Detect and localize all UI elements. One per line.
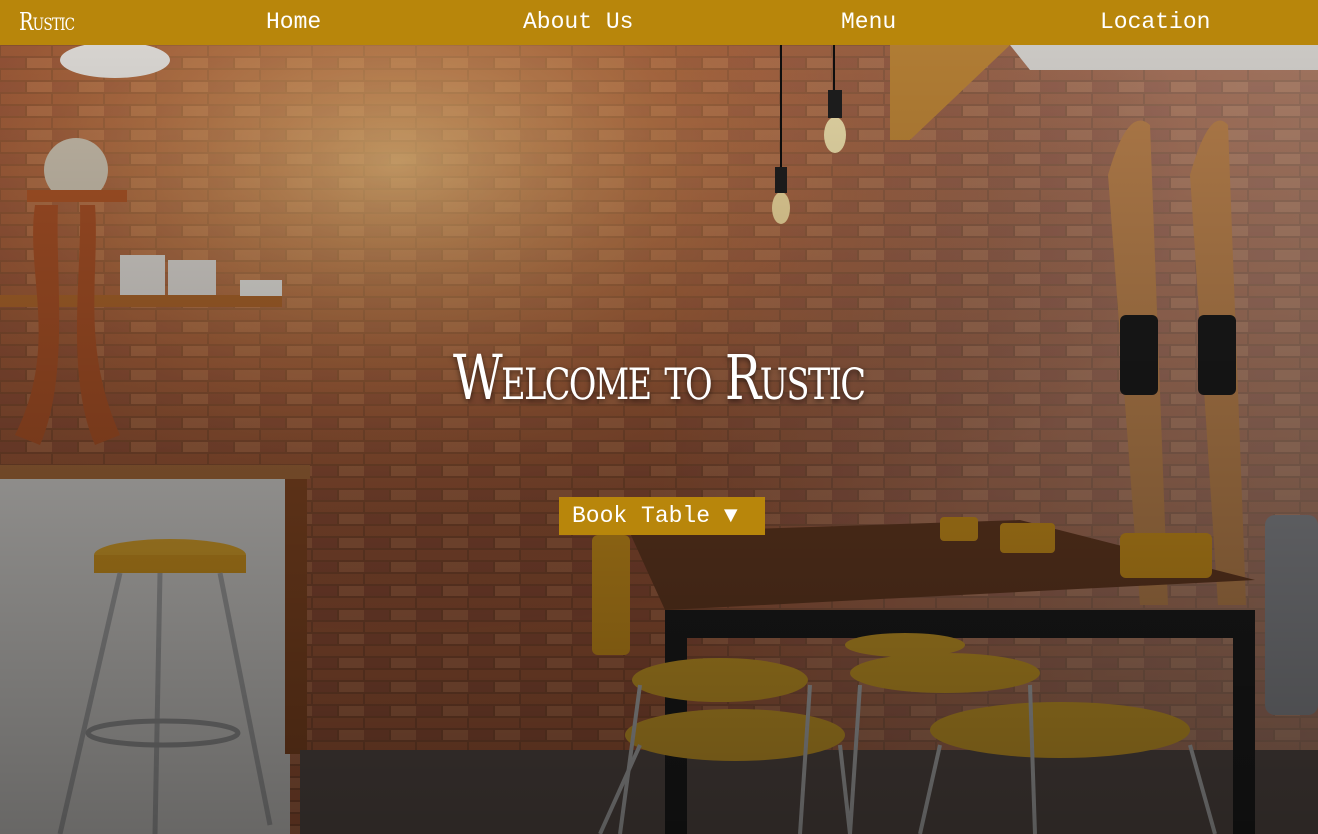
book-table-button[interactable]: Book Table ▼	[559, 497, 765, 535]
hero-background-image	[0, 45, 1318, 834]
hero-title: Welcome to Rustic	[0, 341, 1318, 414]
brand-logo[interactable]: Rustic	[19, 0, 75, 45]
hero-section: Welcome to Rustic Book Table ▼	[0, 45, 1318, 834]
hero-title-text: Welcome to Rustic	[453, 341, 866, 414]
nav-location-link[interactable]: Location	[1100, 0, 1210, 45]
nav-menu-link[interactable]: Menu	[841, 0, 896, 45]
top-nav: Rustic Home About Us Menu Location	[0, 0, 1318, 45]
nav-about-us-link[interactable]: About Us	[523, 0, 633, 45]
nav-home-link[interactable]: Home	[266, 0, 321, 45]
